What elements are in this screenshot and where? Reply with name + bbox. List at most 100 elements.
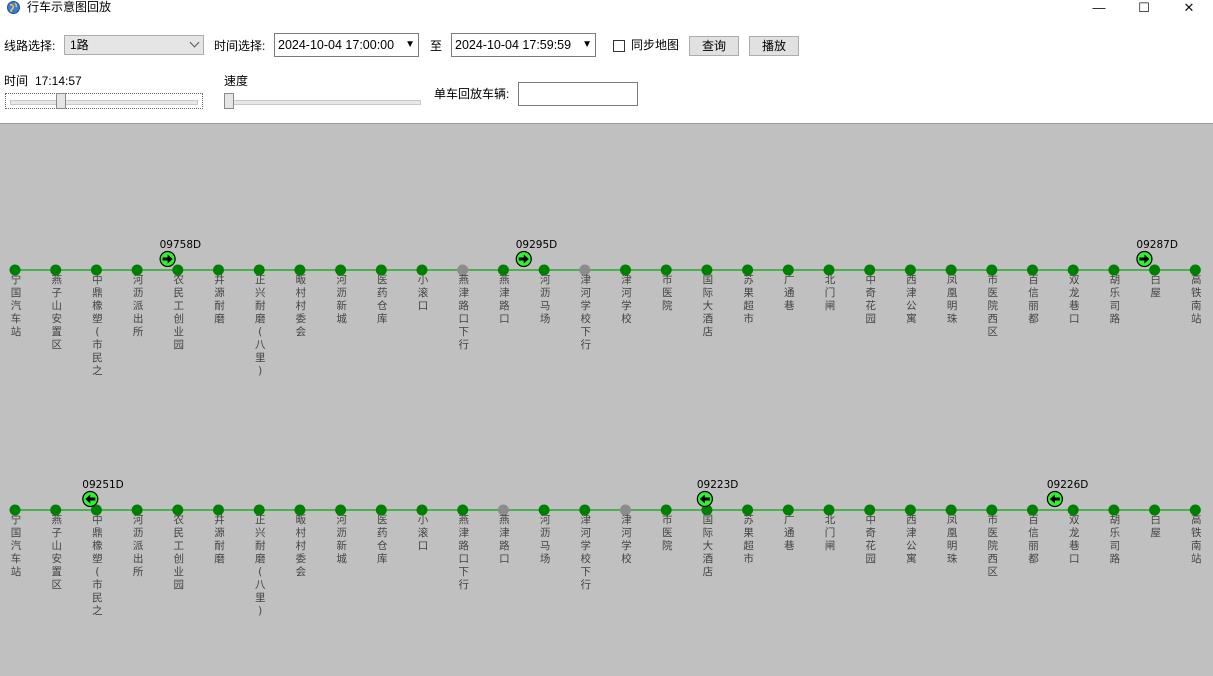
station-label: 宁国汽车站	[11, 513, 22, 578]
speed-slider-thumb[interactable]	[224, 93, 234, 109]
window-title: 行车示意图回放	[27, 0, 112, 14]
station-label: 双龙巷口	[1069, 274, 1080, 325]
time-caption: 时间	[4, 74, 29, 88]
station-label: 正兴耐磨(八里)	[255, 514, 266, 617]
station-label: 国际大酒店	[703, 274, 714, 338]
play-button[interactable]: 播放	[749, 36, 799, 56]
vehicle-marker[interactable]: 09223D	[696, 479, 739, 508]
dropdown-arrow-icon[interactable]: ▼	[582, 37, 592, 53]
minimize-button[interactable]: —	[1076, 0, 1122, 16]
time-slider-track	[10, 100, 198, 105]
maximize-button[interactable]: ☐	[1121, 0, 1167, 16]
station-label: 河沥马场	[540, 514, 551, 565]
station-label: 河沥派出所	[133, 514, 144, 578]
station-label: 市医院	[662, 513, 673, 552]
station-label: 河沥马场	[540, 274, 551, 325]
station-label: 百信丽都	[1028, 274, 1039, 325]
vehicle-id-label: 09287D	[1136, 239, 1178, 251]
sync-map-checkbox[interactable]	[613, 40, 625, 52]
start-time-picker[interactable]: 2024-10-04 17:00:00 ▼	[274, 33, 419, 57]
single-vehicle-input[interactable]	[518, 82, 638, 106]
vehicle-id-label: 09295D	[516, 239, 558, 251]
globe-icon	[7, 1, 20, 14]
station-label: 农民工创业园	[174, 513, 185, 591]
route-down: 宁国汽车站 燕子山安置区 中鼎橡塑(市民之 河沥派出所 农民工创业园 井源耐磨 正兴耐磨(八…	[9, 479, 1202, 617]
station-label: 井源耐磨	[214, 513, 225, 565]
station-label: 津河学校下行	[581, 514, 592, 591]
station-label: 胡乐司路	[1110, 513, 1121, 565]
to-label: 至	[430, 39, 443, 53]
vehicle-marker[interactable]: 09295D	[515, 239, 558, 268]
vehicle-marker[interactable]: 09287D	[1136, 239, 1178, 268]
close-button[interactable]: ✕	[1166, 0, 1212, 16]
station-label: 畈村村委会	[296, 514, 307, 578]
station-label: 医药仓库	[377, 274, 388, 325]
station-label: 小滚口	[418, 514, 429, 552]
start-time-value: 2024-10-04 17:00:00	[278, 38, 395, 52]
dropdown-arrow-icon[interactable]: ▼	[405, 37, 415, 53]
station-label: 小滚口	[418, 274, 429, 312]
station-label: 医药仓库	[377, 514, 388, 565]
route-diagram-panel: 宁国汽车站 燕子山安置区 中鼎橡塑(市民之 河沥派出所 农民工创业园 井源耐磨 正兴耐磨(八…	[0, 123, 1213, 676]
station-label: 北门闸	[825, 514, 836, 552]
station-label: 井源耐磨	[214, 273, 225, 325]
station-label: 津河学校	[621, 274, 632, 325]
station-label: 燕津路口	[499, 274, 510, 325]
station-label: 凤凰明珠	[947, 274, 958, 325]
station-label: 市医院	[662, 273, 673, 312]
station-label: 西津公寓	[906, 274, 917, 325]
route-diagram: 宁国汽车站燕子山安置区中鼎橡塑(市民之河沥派出所农民工创业园井源耐磨正兴耐磨(八…	[9, 239, 1202, 617]
station-label: 津河学校下行	[581, 274, 592, 351]
station-label: 国际大酒店	[703, 514, 714, 578]
station-label: 百信丽都	[1028, 514, 1039, 565]
vehicle-id-label: 09223D	[697, 479, 739, 491]
route-up: 宁国汽车站 燕子山安置区 中鼎橡塑(市民之 河沥派出所 农民工创业园 井源耐磨 正兴耐磨(八…	[9, 239, 1202, 377]
station-label: 苏果超市	[743, 273, 754, 325]
vehicle-id-label: 09226D	[1047, 479, 1089, 491]
station-label: 燕津路口下行	[458, 274, 469, 351]
end-time-value: 2024-10-04 17:59:59	[455, 38, 572, 52]
speed-slider-track[interactable]	[224, 100, 421, 105]
station-label: 中奇花园	[865, 513, 876, 565]
station-label: 西津公寓	[906, 514, 917, 565]
single-vehicle-label: 单车回放车辆:	[434, 87, 510, 101]
station-label: 宁国汽车站	[11, 273, 22, 338]
station-label: 白屋	[1150, 273, 1161, 299]
vehicle-id-label: 09251D	[82, 479, 124, 491]
chevron-down-icon	[189, 37, 200, 48]
vehicle-id-label: 09758D	[160, 239, 202, 251]
station-label: 中鼎橡塑(市民之	[92, 513, 103, 617]
station-label: 凤凰明珠	[947, 514, 958, 565]
time-slider-thumb[interactable]	[56, 93, 67, 109]
route-label: 线路选择:	[4, 39, 56, 53]
station-label: 正兴耐磨(八里)	[255, 274, 266, 377]
station-label: 中鼎橡塑(市民之	[92, 273, 103, 377]
route-select-value: 1路	[70, 38, 89, 52]
station-label: 广通巷	[784, 274, 795, 312]
station-label: 苏果超市	[743, 513, 754, 565]
station-label: 广通巷	[784, 514, 795, 552]
station-label: 胡乐司路	[1110, 273, 1121, 325]
sync-map-label: 同步地图	[631, 38, 680, 52]
station-label: 燕子山安置区	[51, 274, 62, 351]
time-label: 时间选择:	[214, 39, 266, 53]
query-button[interactable]: 查询	[689, 36, 739, 56]
station-label: 津河学校	[621, 514, 632, 565]
speed-label: 速度	[224, 74, 249, 88]
station-label: 高铁南站	[1191, 513, 1202, 565]
station-label: 燕津路口	[499, 514, 510, 565]
station-label: 市医院西区	[988, 273, 999, 338]
end-time-picker[interactable]: 2024-10-04 17:59:59 ▼	[451, 33, 596, 57]
station-label: 中奇花园	[865, 273, 876, 325]
station-label: 燕子山安置区	[51, 514, 62, 591]
time-slider[interactable]	[5, 93, 203, 109]
vehicle-marker[interactable]: 09226D	[1046, 479, 1089, 508]
station-label: 高铁南站	[1191, 273, 1202, 325]
vehicle-marker[interactable]: 09251D	[82, 479, 124, 508]
station-label: 农民工创业园	[174, 273, 185, 351]
station-label: 市医院西区	[988, 513, 999, 578]
station-label: 双龙巷口	[1069, 514, 1080, 565]
station-label: 白屋	[1150, 513, 1161, 539]
route-select[interactable]: 1路	[64, 35, 204, 55]
vehicle-marker[interactable]: 09758D	[159, 239, 202, 268]
